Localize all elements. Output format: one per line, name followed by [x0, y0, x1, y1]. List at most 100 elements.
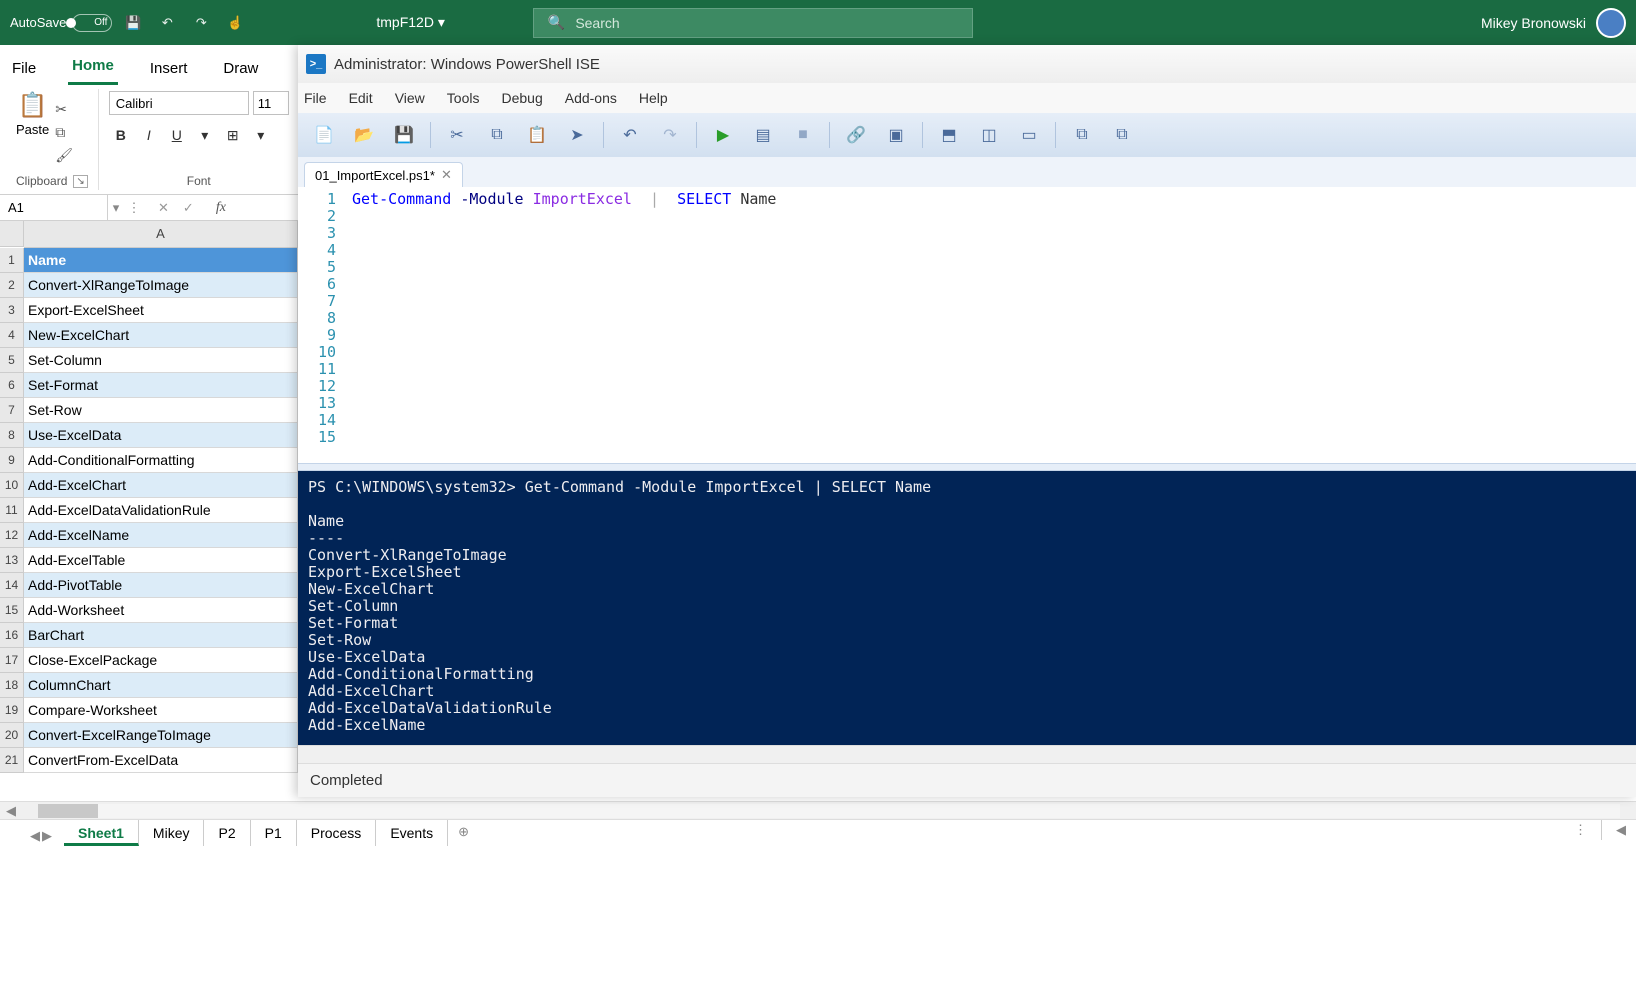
cell[interactable]: Set-Format	[24, 373, 298, 398]
ise-editor[interactable]: 123456789101112131415 Get-Command -Modul…	[298, 187, 1636, 463]
save-file-icon[interactable]: 💾	[386, 119, 422, 151]
format-painter-icon[interactable]: 🖌	[55, 147, 73, 164]
sheet-tab-p2[interactable]: P2	[204, 820, 250, 846]
row-header[interactable]: 12	[0, 523, 24, 548]
row-header[interactable]: 20	[0, 723, 24, 748]
cancel-formula-icon[interactable]: ✕	[158, 200, 169, 216]
copy-icon[interactable]: ⧉	[479, 119, 515, 151]
cell[interactable]: New-ExcelChart	[24, 323, 298, 348]
cell[interactable]: Close-ExcelPackage	[24, 648, 298, 673]
show-command-icon[interactable]: ⧉	[1064, 119, 1100, 151]
copy-icon[interactable]: ⧉	[55, 124, 73, 141]
cell[interactable]: Add-ExcelChart	[24, 473, 298, 498]
run-script-icon[interactable]: ▶	[705, 119, 741, 151]
row-header[interactable]: 17	[0, 648, 24, 673]
ribbon-tab-file[interactable]: File	[8, 54, 40, 85]
ise-splitter[interactable]	[298, 463, 1636, 471]
ribbon-tab-home[interactable]: Home	[68, 51, 118, 85]
row-header[interactable]: 7	[0, 398, 24, 423]
autosave-state[interactable]: Off	[72, 14, 112, 32]
search-box[interactable]: 🔍 Search	[533, 8, 973, 38]
bold-button[interactable]: B	[109, 123, 133, 147]
cell[interactable]: Add-ExcelTable	[24, 548, 298, 573]
layout3-icon[interactable]: ▭	[1011, 119, 1047, 151]
sheet-tab-events[interactable]: Events	[376, 820, 448, 846]
ise-hscroll[interactable]	[298, 745, 1636, 763]
ise-console[interactable]: PS C:\WINDOWS\system32> Get-Command -Mod…	[298, 471, 1636, 745]
ise-menu-tools[interactable]: Tools	[447, 90, 480, 106]
cell[interactable]: Convert-XlRangeToImage	[24, 273, 298, 298]
sheet-tab-p1[interactable]: P1	[251, 820, 297, 846]
cut-icon[interactable]: ✂	[55, 101, 73, 118]
row-header[interactable]: 21	[0, 748, 24, 773]
save-icon[interactable]: 💾	[120, 10, 146, 36]
italic-button[interactable]: I	[137, 123, 161, 147]
ise-code[interactable]: Get-Command -Module ImportExcel | SELECT…	[342, 187, 1636, 463]
cell[interactable]: ColumnChart	[24, 673, 298, 698]
clipboard-launcher-icon[interactable]: ↘	[73, 175, 87, 188]
autosave-toggle[interactable]: AutoSave Off	[10, 14, 112, 32]
cell[interactable]: Add-ConditionalFormatting	[24, 448, 298, 473]
name-box[interactable]: A1	[0, 195, 108, 220]
cell[interactable]: BarChart	[24, 623, 298, 648]
ise-menu-edit[interactable]: Edit	[349, 90, 373, 106]
cell[interactable]: Add-ExcelName	[24, 523, 298, 548]
cell[interactable]: Name	[24, 248, 298, 273]
row-header[interactable]: 4	[0, 323, 24, 348]
row-header[interactable]: 2	[0, 273, 24, 298]
redo-icon[interactable]: ↷	[652, 119, 688, 151]
enter-formula-icon[interactable]: ✓	[183, 200, 194, 216]
row-header[interactable]: 9	[0, 448, 24, 473]
underline-dd-icon[interactable]: ▾	[193, 123, 217, 147]
ise-title-bar[interactable]: >_ Administrator: Windows PowerShell ISE	[298, 45, 1636, 83]
tab-prev-icon[interactable]: ◀	[30, 828, 40, 844]
cell[interactable]: Convert-ExcelRangeToImage	[24, 723, 298, 748]
ise-menu-help[interactable]: Help	[639, 90, 668, 106]
row-header[interactable]: 14	[0, 573, 24, 598]
hscroll-left-icon[interactable]: ◀	[1616, 822, 1626, 838]
clear-icon[interactable]: ➤	[559, 119, 595, 151]
cell[interactable]: Export-ExcelSheet	[24, 298, 298, 323]
close-tab-icon[interactable]: ✕	[441, 167, 452, 183]
ise-menu-debug[interactable]: Debug	[501, 90, 542, 106]
row-header[interactable]: 6	[0, 373, 24, 398]
cell[interactable]: Set-Row	[24, 398, 298, 423]
cell[interactable]: Compare-Worksheet	[24, 698, 298, 723]
col-header-a[interactable]: A	[24, 221, 298, 248]
row-header[interactable]: 16	[0, 623, 24, 648]
cell[interactable]: Use-ExcelData	[24, 423, 298, 448]
ise-script-tab[interactable]: 01_ImportExcel.ps1* ✕	[304, 162, 463, 187]
tab-next-icon[interactable]: ▶	[42, 828, 52, 844]
underline-button[interactable]: U	[165, 123, 189, 147]
show-addon-icon[interactable]: ⧉	[1104, 119, 1140, 151]
row-header[interactable]: 18	[0, 673, 24, 698]
stop-icon[interactable]: ■	[785, 119, 821, 151]
row-header[interactable]: 8	[0, 423, 24, 448]
undo-icon[interactable]: ↶	[154, 10, 180, 36]
name-box-dropdown-icon[interactable]: ▾	[108, 200, 124, 216]
row-header[interactable]: 10	[0, 473, 24, 498]
ise-menu-file[interactable]: File	[304, 90, 327, 106]
user-area[interactable]: Mikey Bronowski	[1481, 8, 1626, 38]
row-header[interactable]: 13	[0, 548, 24, 573]
sheet-tab-mikey[interactable]: Mikey	[139, 820, 205, 846]
select-all-corner[interactable]	[0, 221, 24, 247]
fx-icon[interactable]: fx	[208, 200, 226, 216]
row-header[interactable]: 1	[0, 248, 24, 273]
filename[interactable]: tmpF12D ▾	[376, 14, 445, 31]
touch-icon[interactable]: ☝	[222, 10, 248, 36]
cell[interactable]: Add-PivotTable	[24, 573, 298, 598]
ribbon-tab-insert[interactable]: Insert	[146, 54, 192, 85]
avatar[interactable]	[1596, 8, 1626, 38]
layout1-icon[interactable]: ⬒	[931, 119, 967, 151]
font-name-select[interactable]	[109, 91, 249, 115]
ise-menu-addons[interactable]: Add-ons	[565, 90, 617, 106]
open-file-icon[interactable]: 📂	[346, 119, 382, 151]
ribbon-tab-draw[interactable]: Draw	[219, 54, 262, 85]
add-sheet-button[interactable]: ⊕	[448, 820, 479, 844]
cell[interactable]: Add-ExcelDataValidationRule	[24, 498, 298, 523]
powershell-tab-icon[interactable]: ▣	[878, 119, 914, 151]
row-header[interactable]: 15	[0, 598, 24, 623]
cell[interactable]: ConvertFrom-ExcelData	[24, 748, 298, 773]
paste-icon[interactable]: 📋	[519, 119, 555, 151]
